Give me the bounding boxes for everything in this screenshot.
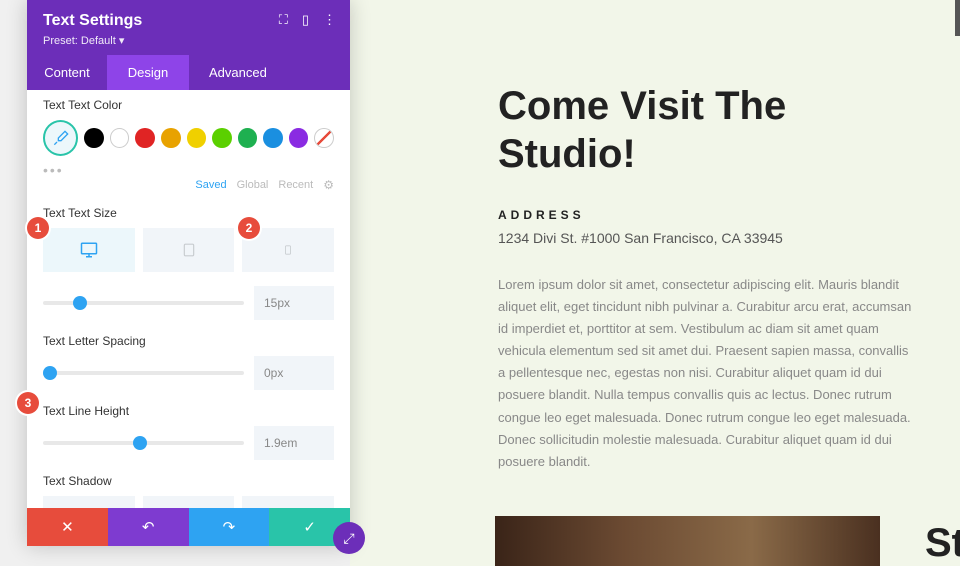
eyedropper-button[interactable] [43,120,78,156]
eyedropper-icon [53,130,69,146]
line-height-value[interactable]: 1.9em [254,426,334,460]
swatch-none[interactable] [314,128,334,148]
line-height-slider-row: 1.9em [43,426,334,460]
studio-photo [495,516,880,566]
text-size-value[interactable]: 15px [254,286,334,320]
preset-selector[interactable]: Preset: Default ▾ [43,34,334,47]
swatch-orange[interactable] [161,128,181,148]
shadow-options: ⊘ aA aA [43,496,334,508]
preset-recent[interactable]: Recent [278,179,313,191]
body-text: Lorem ipsum dolor sit amet, consectetur … [498,274,912,473]
panel-footer: ✕ ↶ ↷ ✓ [27,508,350,546]
callout-3: 3 [17,392,39,414]
callout-2: 2 [238,217,260,239]
panel-resize-handle[interactable]: ⤢ [333,522,365,554]
address-text: 1234 Divi St. #1000 San Francisco, CA 33… [498,230,912,246]
label-letter-spacing: Text Letter Spacing [43,334,334,348]
text-size-slider[interactable] [43,301,244,305]
panel-header: Text Settings Preset: Default ▾ ⛶ ▯ ⋮ [27,0,350,55]
swatch-white[interactable] [110,128,130,148]
letter-spacing-value[interactable]: 0px [254,356,334,390]
secondary-heading: Studio [925,521,960,566]
device-desktop[interactable] [43,228,135,272]
label-text-color: Text Text Color [43,98,334,112]
page-heading: Come Visit The Studio! [498,82,912,178]
swatch-green[interactable] [238,128,258,148]
device-tablet[interactable] [143,228,235,272]
settings-panel: Text Settings Preset: Default ▾ ⛶ ▯ ⋮ Co… [27,0,350,546]
panel-body: Text Text Color ••• Saved Global Recent … [27,90,350,508]
text-size-slider-row: 15px [43,286,334,320]
letter-spacing-slider-row: 0px [43,356,334,390]
more-swatches-icon[interactable]: ••• [43,162,334,178]
phone-icon [283,242,293,258]
scrollbar[interactable] [955,0,960,36]
swatch-black[interactable] [84,128,104,148]
address-label: ADDRESS [498,208,912,222]
undo-button[interactable]: ↶ [108,508,189,546]
more-icon[interactable]: ⋮ [323,12,336,28]
redo-button[interactable]: ↷ [189,508,270,546]
shadow-style-2[interactable]: aA [242,496,334,508]
focus-icon[interactable]: ⛶ [279,12,288,28]
swatch-blue[interactable] [263,128,283,148]
color-swatch-row [43,120,334,156]
swatch-yellow[interactable] [187,128,207,148]
tab-content[interactable]: Content [27,55,107,90]
columns-icon[interactable]: ▯ [302,12,309,28]
label-line-height: Text Line Height [43,404,334,418]
tablet-icon [182,241,196,259]
label-text-size: Text Text Size [43,206,334,220]
page-preview: Come Visit The Studio! ADDRESS 1234 Divi… [350,0,960,566]
tab-design[interactable]: Design [107,55,189,90]
cancel-button[interactable]: ✕ [27,508,108,546]
swatch-lime[interactable] [212,128,232,148]
letter-spacing-slider[interactable] [43,371,244,375]
callout-1: 1 [27,217,49,239]
color-preset-row: Saved Global Recent ⚙ [43,178,334,192]
desktop-icon [80,241,98,259]
shadow-none[interactable]: ⊘ [43,496,135,508]
swatch-red[interactable] [135,128,155,148]
label-text-shadow: Text Shadow [43,474,334,488]
preset-saved[interactable]: Saved [195,179,226,191]
device-selector [43,228,334,272]
swatch-purple[interactable] [289,128,309,148]
tab-bar: Content Design Advanced [27,55,350,90]
shadow-style-1[interactable]: aA [143,496,235,508]
preset-global[interactable]: Global [237,179,269,191]
tab-advanced[interactable]: Advanced [189,55,350,90]
line-height-slider[interactable] [43,441,244,445]
gear-icon[interactable]: ⚙ [323,178,334,192]
